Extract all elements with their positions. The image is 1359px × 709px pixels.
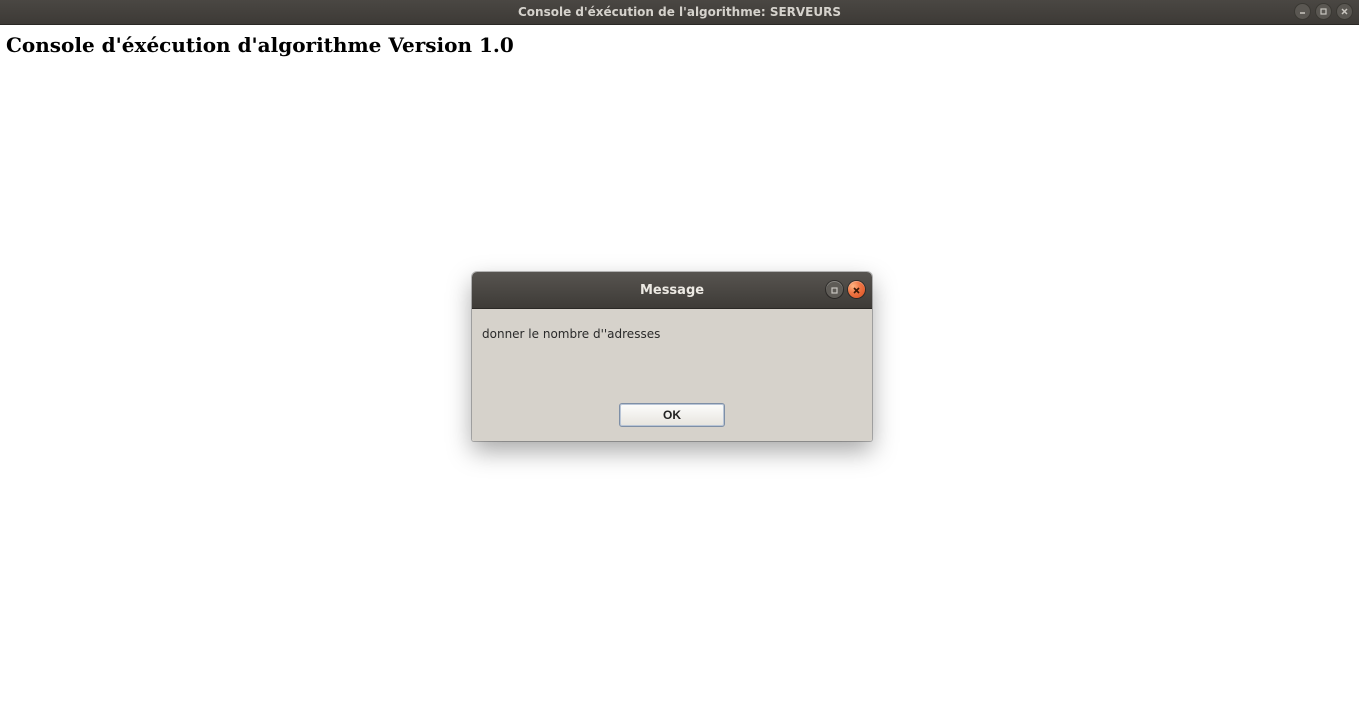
dialog-title: Message bbox=[472, 283, 872, 298]
main-window-title: Console d'éxécution de l'algorithme: SER… bbox=[0, 5, 1359, 19]
console-heading: Console d'éxécution d'algorithme Version… bbox=[6, 33, 1353, 57]
dialog-window-controls bbox=[826, 281, 865, 298]
minimize-icon bbox=[1298, 7, 1307, 16]
close-button[interactable] bbox=[1336, 3, 1353, 20]
dialog-close-button[interactable] bbox=[848, 281, 865, 298]
maximize-button[interactable] bbox=[1315, 3, 1332, 20]
dialog-actions: OK bbox=[482, 403, 862, 427]
maximize-icon bbox=[1319, 7, 1328, 16]
main-content: Console d'éxécution d'algorithme Version… bbox=[0, 25, 1359, 65]
ok-button[interactable]: OK bbox=[619, 403, 725, 427]
dialog-message: donner le nombre d''adresses bbox=[482, 327, 862, 373]
dialog-body: donner le nombre d''adresses OK bbox=[472, 309, 872, 441]
main-window-titlebar: Console d'éxécution de l'algorithme: SER… bbox=[0, 0, 1359, 25]
close-icon bbox=[1340, 7, 1349, 16]
dialog-minimize-button[interactable] bbox=[826, 281, 843, 298]
minimize-button[interactable] bbox=[1294, 3, 1311, 20]
minimize-icon bbox=[830, 280, 839, 299]
dialog-titlebar: Message bbox=[472, 272, 872, 309]
message-dialog: Message donner le nombre d''adresses OK bbox=[472, 272, 872, 441]
close-icon bbox=[852, 280, 861, 299]
main-window-controls bbox=[1294, 3, 1353, 20]
